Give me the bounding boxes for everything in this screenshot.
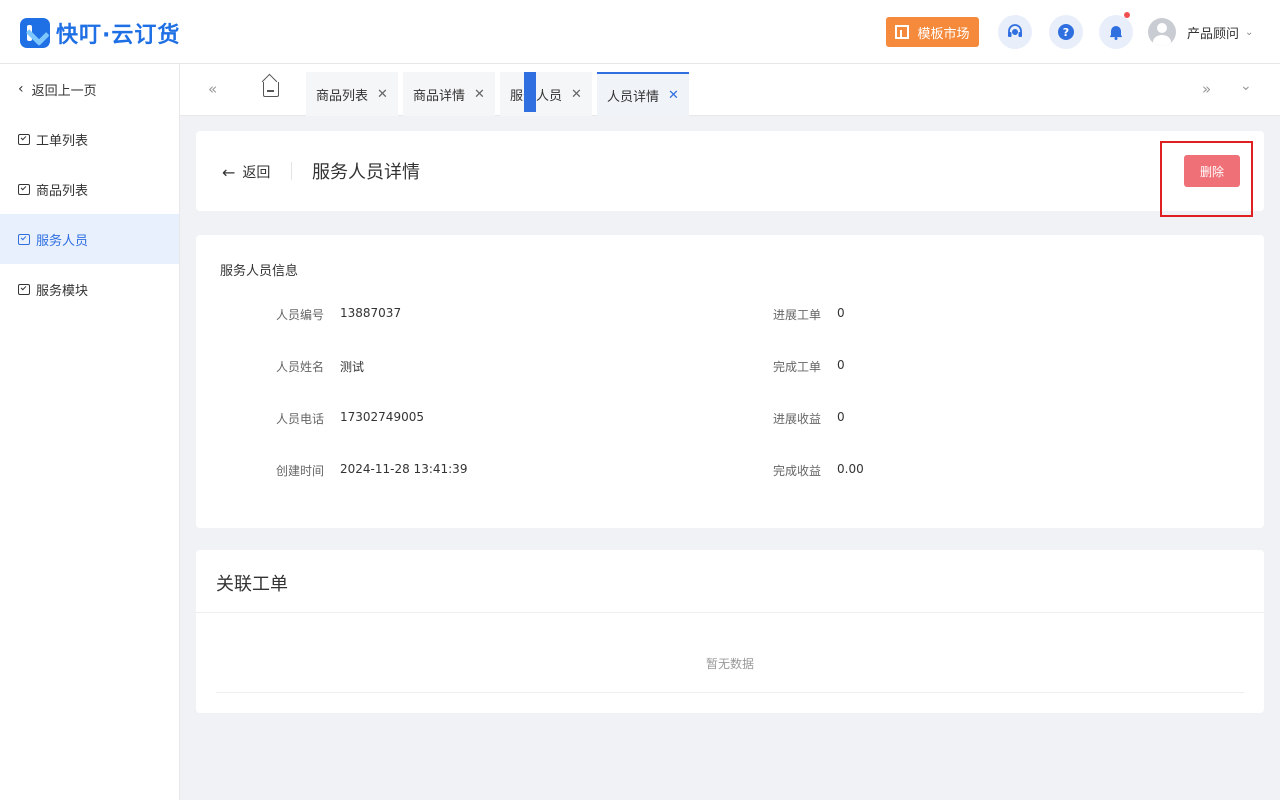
detail-header-card: ← 返回 服务人员详情	[196, 131, 1264, 211]
tab-label: 人员详情	[607, 89, 660, 105]
logo-text: 快叮·云订货	[56, 23, 181, 48]
chevron-down-icon: ⌄	[1245, 26, 1254, 38]
related-orders-card: 关联工单 暂无数据	[196, 550, 1264, 713]
tab-bar: « 商品列表 ✕ 商品详情 ✕ 服务人员 ✕ 人员详情 ✕ » ⌄	[180, 64, 1280, 116]
double-chevron-left-icon[interactable]: «	[208, 80, 217, 98]
tab-product-detail[interactable]: 商品详情 ✕	[403, 72, 495, 116]
completed-orders-value: 0	[837, 358, 845, 372]
close-icon[interactable]: ✕	[668, 88, 679, 103]
staff-phone-label: 人员电话	[275, 412, 324, 426]
home-icon[interactable]	[263, 82, 279, 97]
template-market-label: 模板市场	[917, 26, 970, 42]
completed-earnings-label: 完成收益	[772, 464, 821, 478]
created-time-value: 2024-11-28 13:41:39	[340, 462, 468, 476]
avatar	[1148, 18, 1176, 46]
tab-label: 服务人员	[510, 88, 563, 104]
back-button[interactable]: ← 返回	[222, 162, 270, 182]
tab-service-staff[interactable]: 服务人员 ✕	[500, 72, 592, 116]
checkbox-icon	[18, 133, 30, 145]
divider	[216, 692, 1244, 693]
highlight-box	[1160, 141, 1253, 217]
chevron-down-icon[interactable]: ⌄	[1240, 78, 1252, 94]
sidebar: ‹ 返回上一页 工单列表 商品列表 服务人员 服务模块	[0, 64, 180, 800]
checkbox-icon	[18, 183, 30, 195]
tab-drag-marker	[524, 72, 536, 112]
sidebar-item-work-orders[interactable]: 工单列表	[0, 114, 179, 164]
sidebar-item-label: 商品列表	[36, 183, 89, 199]
section-title: 服务人员信息	[220, 264, 299, 279]
back-label: 返回	[242, 165, 271, 181]
headset-icon	[1008, 24, 1022, 37]
tab-product-list[interactable]: 商品列表 ✕	[306, 72, 398, 116]
completed-orders-label: 完成工单	[772, 360, 821, 374]
sidebar-item-service-staff[interactable]: 服务人员	[0, 214, 179, 264]
tab-staff-detail[interactable]: 人员详情 ✕	[597, 72, 689, 116]
created-time-label: 创建时间	[275, 464, 324, 478]
completed-earnings-value: 0.00	[837, 462, 864, 476]
question-icon: ?	[1058, 24, 1074, 40]
staff-name-value: 测试	[340, 360, 365, 374]
sidebar-back-label: 返回上一页	[31, 83, 97, 99]
customer-service-button[interactable]	[998, 15, 1032, 49]
close-icon[interactable]: ✕	[377, 87, 388, 102]
tab-label: 商品详情	[413, 88, 466, 104]
staff-info-card: 服务人员信息 人员编号 13887037 人员姓名 测试 人员电话 173027…	[196, 235, 1264, 528]
sidebar-item-label: 服务人员	[36, 233, 89, 249]
close-icon[interactable]: ✕	[474, 87, 485, 102]
user-menu[interactable]: 产品顾问 ⌄	[1148, 17, 1253, 47]
template-icon	[895, 25, 910, 39]
staff-phone-value: 17302749005	[340, 410, 424, 424]
close-icon[interactable]: ✕	[571, 87, 582, 102]
checkbox-icon	[18, 233, 30, 245]
bell-icon	[1110, 26, 1122, 40]
top-header: 快叮·云订货 模板市场 ? 产品顾问 ⌄	[0, 0, 1280, 64]
app-logo[interactable]: 快叮·云订货	[20, 17, 180, 49]
staff-id-value: 13887037	[340, 306, 402, 320]
page-title: 服务人员详情	[312, 162, 420, 183]
divider	[291, 162, 292, 180]
related-orders-title: 关联工单	[216, 574, 288, 595]
tab-label: 商品列表	[316, 88, 369, 104]
ongoing-earnings-value: 0	[837, 410, 845, 424]
staff-name-label: 人员姓名	[275, 360, 324, 374]
sidebar-item-products[interactable]: 商品列表	[0, 164, 179, 214]
svg-text:?: ?	[1063, 26, 1069, 39]
template-market-button[interactable]: 模板市场	[886, 17, 979, 47]
notification-button[interactable]	[1099, 12, 1133, 49]
checkbox-icon	[18, 283, 30, 295]
ongoing-orders-value: 0	[837, 306, 845, 320]
staff-id-label: 人员编号	[275, 308, 324, 322]
help-button[interactable]: ?	[1049, 15, 1083, 49]
ongoing-earnings-label: 进展收益	[772, 412, 821, 426]
user-name: 产品顾问	[1187, 26, 1240, 42]
ongoing-orders-label: 进展工单	[772, 308, 821, 322]
divider	[196, 612, 1264, 613]
sidebar-item-label: 服务模块	[36, 283, 89, 299]
double-chevron-right-icon[interactable]: »	[1202, 80, 1211, 98]
logo-icon	[20, 18, 50, 48]
empty-state-text: 暂无数据	[705, 657, 754, 671]
notification-dot	[1124, 12, 1130, 18]
sidebar-back[interactable]: ‹ 返回上一页	[0, 64, 179, 114]
chevron-left-icon: ‹	[18, 81, 24, 97]
sidebar-item-label: 工单列表	[36, 133, 89, 149]
arrow-left-icon: ←	[222, 162, 236, 182]
sidebar-item-service-modules[interactable]: 服务模块	[0, 264, 179, 314]
